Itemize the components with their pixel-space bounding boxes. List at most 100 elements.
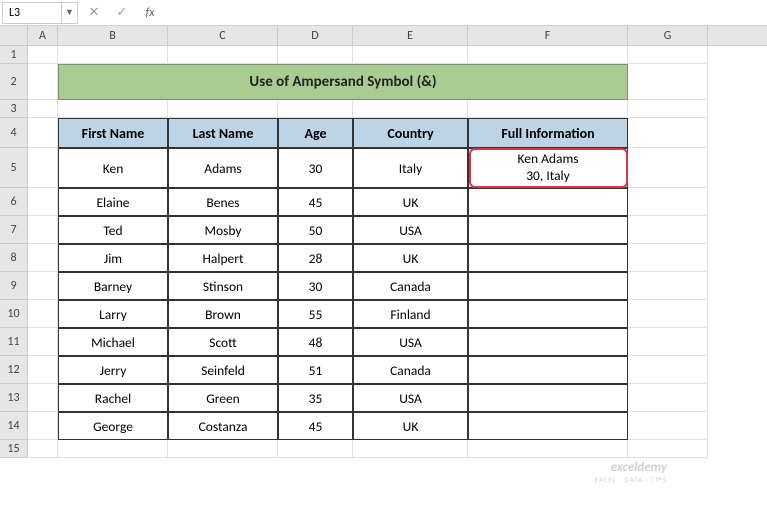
table-cell-country[interactable]: Finland xyxy=(353,300,468,328)
row-header-11[interactable]: 11 xyxy=(0,328,28,356)
table-cell-country[interactable]: USA xyxy=(353,384,468,412)
table-cell-lastName[interactable]: Adams xyxy=(168,148,278,188)
cell[interactable] xyxy=(28,412,58,440)
table-cell-fullInfo[interactable] xyxy=(468,328,628,356)
cell[interactable] xyxy=(28,328,58,356)
table-cell-country[interactable]: USA xyxy=(353,216,468,244)
table-cell-country[interactable]: UK xyxy=(353,188,468,216)
cell[interactable] xyxy=(353,46,468,64)
cell[interactable] xyxy=(628,328,708,356)
cell[interactable] xyxy=(28,188,58,216)
table-cell-country[interactable]: UK xyxy=(353,244,468,272)
table-cell-fullInfo[interactable] xyxy=(468,356,628,384)
cell[interactable] xyxy=(28,384,58,412)
cell[interactable] xyxy=(28,356,58,384)
row-header-7[interactable]: 7 xyxy=(0,216,28,244)
cell[interactable] xyxy=(468,46,628,64)
table-cell-firstName[interactable]: Barney xyxy=(58,272,168,300)
table-cell-age[interactable]: 51 xyxy=(278,356,353,384)
table-cell-lastName[interactable]: Seinfeld xyxy=(168,356,278,384)
cell[interactable] xyxy=(628,46,708,64)
row-header-2[interactable]: 2 xyxy=(0,64,28,100)
cell[interactable] xyxy=(168,440,278,458)
cell[interactable] xyxy=(58,100,168,118)
row-header-1[interactable]: 1 xyxy=(0,46,28,64)
table-cell-firstName[interactable]: Ken xyxy=(58,148,168,188)
formula-input[interactable] xyxy=(162,2,767,24)
table-cell-age[interactable]: 35 xyxy=(278,384,353,412)
table-cell-country[interactable]: Italy xyxy=(353,148,468,188)
table-cell-age[interactable]: 45 xyxy=(278,412,353,440)
cell[interactable] xyxy=(628,412,708,440)
row-header-14[interactable]: 14 xyxy=(0,412,28,440)
row-header-15[interactable]: 15 xyxy=(0,440,28,458)
cell[interactable] xyxy=(28,64,58,100)
cell[interactable] xyxy=(28,100,58,118)
row-header-3[interactable]: 3 xyxy=(0,100,28,118)
row-header-13[interactable]: 13 xyxy=(0,384,28,412)
row-header-6[interactable]: 6 xyxy=(0,188,28,216)
table-cell-fullInfo[interactable] xyxy=(468,384,628,412)
cell[interactable] xyxy=(168,46,278,64)
cell[interactable] xyxy=(628,216,708,244)
table-header-lastName[interactable]: Last Name xyxy=(168,118,278,148)
cell[interactable] xyxy=(168,100,278,118)
cell[interactable] xyxy=(468,440,628,458)
table-cell-fullInfo[interactable] xyxy=(468,244,628,272)
table-cell-country[interactable]: Canada xyxy=(353,356,468,384)
table-cell-age[interactable]: 55 xyxy=(278,300,353,328)
cell[interactable] xyxy=(28,300,58,328)
table-cell-country[interactable]: USA xyxy=(353,328,468,356)
table-cell-age[interactable]: 50 xyxy=(278,216,353,244)
table-cell-fullInfo[interactable] xyxy=(468,188,628,216)
table-cell-firstName[interactable]: George xyxy=(58,412,168,440)
cell[interactable] xyxy=(628,244,708,272)
table-cell-lastName[interactable]: Costanza xyxy=(168,412,278,440)
col-header-G[interactable]: G xyxy=(628,26,708,45)
col-header-A[interactable]: A xyxy=(28,26,58,45)
table-cell-fullInfo[interactable] xyxy=(468,300,628,328)
cell[interactable] xyxy=(28,46,58,64)
name-box[interactable]: L3 xyxy=(2,2,62,24)
cell[interactable] xyxy=(628,272,708,300)
table-cell-lastName[interactable]: Green xyxy=(168,384,278,412)
col-header-B[interactable]: B xyxy=(58,26,168,45)
cell[interactable] xyxy=(278,440,353,458)
cell[interactable] xyxy=(628,118,708,148)
table-cell-fullInfo[interactable] xyxy=(468,272,628,300)
cell[interactable] xyxy=(28,118,58,148)
table-cell-age[interactable]: 30 xyxy=(278,272,353,300)
table-header-age[interactable]: Age xyxy=(278,118,353,148)
table-cell-lastName[interactable]: Scott xyxy=(168,328,278,356)
table-cell-firstName[interactable]: Larry xyxy=(58,300,168,328)
table-cell-age[interactable]: 30 xyxy=(278,148,353,188)
table-cell-age[interactable]: 28 xyxy=(278,244,353,272)
cell[interactable] xyxy=(628,300,708,328)
cell[interactable] xyxy=(278,46,353,64)
cell[interactable] xyxy=(353,440,468,458)
cancel-icon[interactable]: ✕ xyxy=(82,2,106,24)
cell[interactable] xyxy=(628,64,708,100)
cell[interactable] xyxy=(628,148,708,188)
cell[interactable] xyxy=(28,216,58,244)
fx-icon[interactable]: fx xyxy=(138,2,162,24)
table-cell-firstName[interactable]: Michael xyxy=(58,328,168,356)
table-cell-lastName[interactable]: Stinson xyxy=(168,272,278,300)
col-header-D[interactable]: D xyxy=(278,26,353,45)
cell[interactable] xyxy=(628,384,708,412)
table-header-fullInfo[interactable]: Full Information xyxy=(468,118,628,148)
row-header-4[interactable]: 4 xyxy=(0,118,28,148)
table-cell-age[interactable]: 45 xyxy=(278,188,353,216)
table-cell-fullInfo[interactable]: Ken Adams30, Italy xyxy=(468,148,628,188)
table-cell-firstName[interactable]: Elaine xyxy=(58,188,168,216)
title-cell[interactable]: Use of Ampersand Symbol (&) xyxy=(58,64,628,100)
row-header-10[interactable]: 10 xyxy=(0,300,28,328)
table-header-country[interactable]: Country xyxy=(353,118,468,148)
col-header-E[interactable]: E xyxy=(353,26,468,45)
row-header-8[interactable]: 8 xyxy=(0,244,28,272)
cell[interactable] xyxy=(628,188,708,216)
table-cell-country[interactable]: UK xyxy=(353,412,468,440)
table-cell-fullInfo[interactable] xyxy=(468,216,628,244)
cell[interactable] xyxy=(28,272,58,300)
table-cell-lastName[interactable]: Benes xyxy=(168,188,278,216)
